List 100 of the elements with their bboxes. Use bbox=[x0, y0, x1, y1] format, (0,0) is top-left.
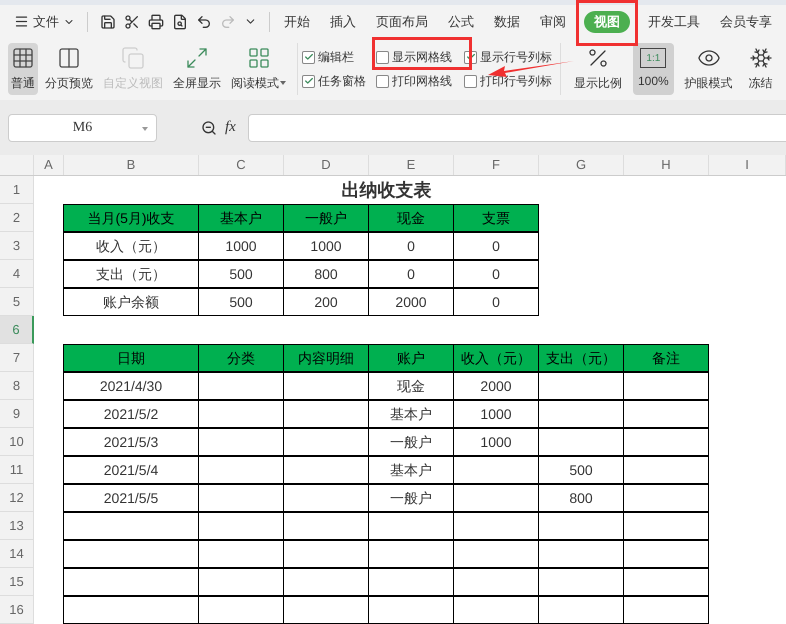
header-cell: 账户 bbox=[368, 344, 454, 372]
header-cell: 收入（元） bbox=[453, 344, 539, 372]
view-mode-button[interactable]: 分页预览 bbox=[42, 43, 96, 95]
table-cell: 2021/4/30 bbox=[63, 372, 199, 400]
table-cell: 2000 bbox=[368, 288, 454, 316]
header-cell: 支票 bbox=[453, 204, 539, 232]
column-header[interactable]: B bbox=[64, 155, 199, 175]
table-cell: 0 bbox=[368, 260, 454, 288]
option-checkbox[interactable]: 编辑栏 bbox=[302, 48, 372, 66]
row-header[interactable]: 1 bbox=[0, 176, 34, 204]
table-cell: 2021/5/5 bbox=[63, 484, 199, 512]
column-header[interactable]: D bbox=[284, 155, 369, 175]
check-icon bbox=[466, 52, 476, 62]
check-icon bbox=[304, 52, 314, 62]
ribbon-tab[interactable]: 插入 bbox=[320, 10, 366, 32]
table-cell: 1000 bbox=[453, 428, 539, 456]
header-cell: 现金 bbox=[368, 204, 454, 232]
column-header[interactable]: F bbox=[454, 155, 539, 175]
view-mode-button[interactable]: 普通 bbox=[8, 43, 38, 95]
view-icon bbox=[121, 46, 145, 70]
ratio-icon: 1:1 bbox=[640, 48, 666, 68]
row-header[interactable]: 16 bbox=[0, 596, 34, 624]
formula-input[interactable] bbox=[248, 114, 786, 142]
option-checkbox[interactable]: 打印网格线 bbox=[376, 72, 460, 90]
view-mode-button[interactable]: 全屏显示 bbox=[170, 43, 224, 95]
view-mode-button[interactable]: 阅读模式 bbox=[228, 43, 289, 95]
row-header[interactable]: 7 bbox=[0, 344, 34, 372]
table-cell: 0 bbox=[368, 232, 454, 260]
table-cell: 2021/5/2 bbox=[63, 400, 199, 428]
column-header[interactable]: H bbox=[624, 155, 709, 175]
view-icon bbox=[246, 46, 270, 70]
zoom-button[interactable]: 冻结 bbox=[744, 43, 778, 95]
ribbon-tab[interactable]: 开始 bbox=[274, 10, 320, 32]
printer-icon[interactable] bbox=[148, 14, 164, 30]
table-cell: 200 bbox=[283, 288, 369, 316]
scissors-icon[interactable] bbox=[124, 14, 140, 30]
row-header[interactable]: 4 bbox=[0, 260, 34, 288]
row-header[interactable]: 8 bbox=[0, 372, 34, 400]
zoom-out-icon[interactable] bbox=[201, 120, 217, 136]
view-icon bbox=[185, 46, 209, 70]
check-icon bbox=[304, 76, 314, 86]
ribbon-tab[interactable]: 页面布局 bbox=[366, 10, 438, 32]
column-header[interactable]: G bbox=[539, 155, 624, 175]
view-icon bbox=[11, 46, 35, 70]
header-cell: 一般户 bbox=[283, 204, 369, 232]
table-cell: 2021/5/3 bbox=[63, 428, 199, 456]
row-header[interactable]: 10 bbox=[0, 428, 34, 456]
view-icon bbox=[57, 46, 81, 70]
function-label[interactable]: fx bbox=[225, 116, 236, 139]
row-header[interactable]: 2 bbox=[0, 204, 34, 232]
menu-icon bbox=[14, 14, 29, 29]
option-checkbox[interactable]: 打印行号列标 bbox=[464, 72, 552, 90]
row-header[interactable]: 3 bbox=[0, 232, 34, 260]
ribbon-tab[interactable]: 开发工具 bbox=[638, 10, 710, 32]
table-cell: 800 bbox=[538, 484, 624, 512]
sheet-title: 出纳收支表 bbox=[340, 178, 432, 202]
file-menu[interactable]: 文件 bbox=[14, 12, 83, 32]
option-checkbox[interactable]: 任务窗格 bbox=[302, 72, 372, 90]
table-cell: 1000 bbox=[283, 232, 369, 260]
header-cell: 基本户 bbox=[198, 204, 284, 232]
table-cell: 1000 bbox=[198, 232, 284, 260]
zoom-button[interactable]: 显示比例 bbox=[569, 43, 627, 95]
row-header[interactable]: 9 bbox=[0, 400, 34, 428]
column-header[interactable]: C bbox=[199, 155, 284, 175]
row-header[interactable]: 5 bbox=[0, 288, 34, 316]
table-cell: 0 bbox=[453, 288, 539, 316]
zoom-button[interactable]: 护眼模式 bbox=[680, 43, 738, 95]
column-header[interactable]: A bbox=[34, 155, 64, 175]
column-header[interactable]: I bbox=[709, 155, 786, 175]
row-header[interactable]: 14 bbox=[0, 540, 34, 568]
table-cell: 一般户 bbox=[368, 484, 454, 512]
table-cell: 收入（元） bbox=[63, 232, 199, 260]
name-box[interactable]: M6 bbox=[8, 114, 157, 142]
table-cell: 基本户 bbox=[368, 400, 454, 428]
ribbon-tab[interactable]: 数据 bbox=[484, 10, 530, 32]
row-header[interactable]: 13 bbox=[0, 512, 34, 540]
ribbon-tab[interactable]: 审阅 bbox=[530, 10, 576, 32]
ribbon-tab[interactable]: 会员专享 bbox=[710, 10, 782, 32]
row-header[interactable]: 6 bbox=[0, 316, 34, 344]
undo-icon[interactable] bbox=[196, 14, 212, 30]
column-header[interactable]: E bbox=[369, 155, 454, 175]
ribbon-tab[interactable]: 公式 bbox=[438, 10, 484, 32]
table-cell: 账户余额 bbox=[63, 288, 199, 316]
table-cell: 2000 bbox=[453, 372, 539, 400]
row-header[interactable]: 12 bbox=[0, 484, 34, 512]
header-cell: 支出（元） bbox=[538, 344, 624, 372]
option-checkbox[interactable]: 显示行号列标 bbox=[464, 48, 552, 66]
header-cell: 内容明细 bbox=[283, 344, 369, 372]
header-cell: 当月(5月)收支 bbox=[63, 204, 199, 232]
ribbon-icon bbox=[748, 46, 773, 70]
ribbon-tab[interactable]: 视图 bbox=[584, 10, 630, 32]
option-checkbox[interactable]: 显示网格线 bbox=[376, 48, 460, 66]
table-cell: 500 bbox=[198, 260, 284, 288]
row-header[interactable]: 15 bbox=[0, 568, 34, 596]
zoom-button[interactable]: 1:1 100% bbox=[633, 43, 674, 95]
row-header[interactable]: 11 bbox=[0, 456, 34, 484]
table-cell: 支出（元） bbox=[63, 260, 199, 288]
save-icon[interactable] bbox=[100, 14, 116, 30]
print-preview-icon[interactable] bbox=[172, 14, 188, 30]
header-cell: 分类 bbox=[198, 344, 284, 372]
